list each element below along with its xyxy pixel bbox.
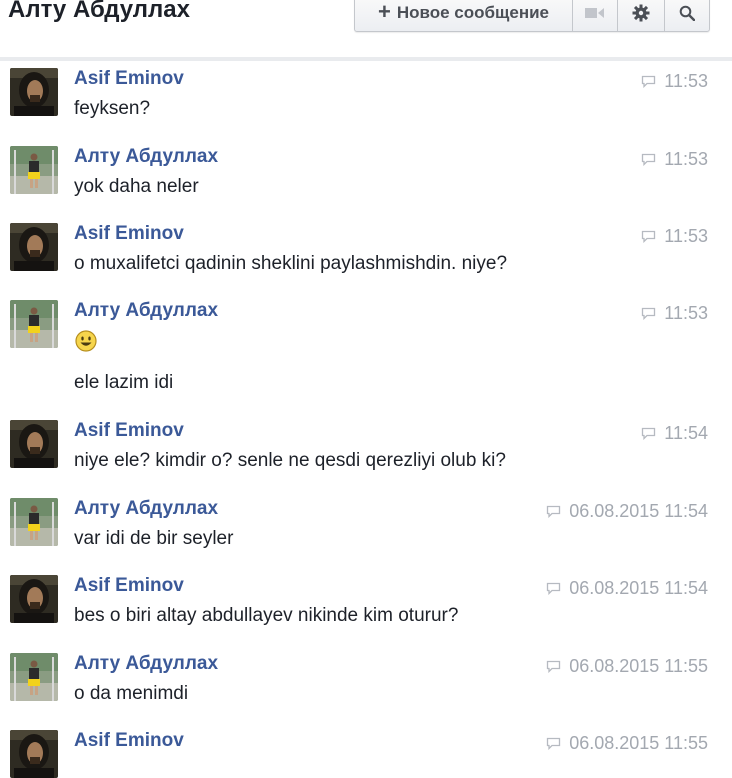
timestamp-text: 06.08.2015 11:55 (569, 733, 708, 753)
chat-bubble-icon (642, 153, 656, 166)
message-text: o muxalifetci qadinin sheklini paylashmi… (74, 253, 508, 274)
timestamp-text: 11:53 (664, 71, 708, 91)
chat-bubble-icon (547, 505, 561, 518)
video-call-button[interactable] (573, 0, 618, 31)
altu-avatar[interactable] (10, 146, 58, 194)
altu-avatar[interactable] (10, 300, 58, 348)
asif-avatar[interactable] (10, 420, 58, 468)
search-button[interactable] (665, 0, 709, 31)
message-timestamp: 06.08.2015 11:54 (546, 578, 708, 599)
chat-bubble-icon (547, 660, 561, 673)
message-text: bes o biri altay abdullayev nikinde kim … (74, 605, 459, 626)
chat-bubble-icon (642, 230, 656, 243)
chat-bubble-icon (547, 737, 561, 750)
conversation-header: Алту Абдуллах + Новое сообщение (0, 0, 732, 60)
timestamp-text: 11:53 (664, 226, 708, 246)
sender-name[interactable]: Asif Eminov (74, 223, 184, 245)
altu-avatar[interactable] (10, 653, 58, 701)
sender-name[interactable]: Asif Eminov (74, 68, 184, 90)
message-text: yok daha neler (74, 176, 199, 197)
smiley-emoji (75, 330, 97, 352)
chat-bubble-icon (547, 582, 561, 595)
timestamp-text: 11:54 (664, 423, 708, 443)
message-text: o da menimdi (74, 683, 189, 704)
new-message-button[interactable]: + Новое сообщение (355, 0, 573, 31)
message-timestamp: 11:53 (641, 303, 708, 324)
message-text: ele lazim idi (74, 372, 174, 393)
message-timestamp: 11:53 (641, 226, 708, 247)
message-timestamp: 11:54 (641, 423, 708, 444)
message-text: feyksen? (74, 98, 151, 119)
sender-name[interactable]: Asif Eminov (74, 420, 184, 442)
asif-avatar[interactable] (10, 223, 58, 271)
chat-bubble-icon (642, 307, 656, 320)
message-timestamp: 11:53 (641, 71, 708, 92)
altu-avatar[interactable] (10, 498, 58, 546)
sender-name[interactable]: Алту Абдуллах (74, 498, 218, 520)
new-message-label: Новое сообщение (396, 3, 549, 22)
asif-avatar[interactable] (10, 730, 58, 778)
asif-avatar[interactable] (10, 68, 58, 116)
message-timestamp: 06.08.2015 11:54 (546, 501, 708, 522)
asif-avatar[interactable] (10, 575, 58, 623)
video-icon (585, 8, 604, 18)
message-timestamp: 11:53 (641, 149, 708, 170)
sender-name[interactable]: Asif Eminov (74, 730, 184, 752)
header-divider (0, 57, 732, 61)
gear-icon (632, 4, 650, 22)
timestamp-text: 11:53 (664, 303, 708, 323)
message-timestamp: 06.08.2015 11:55 (546, 733, 708, 754)
sender-name[interactable]: Asif Eminov (74, 575, 184, 597)
sender-name[interactable]: Алту Абдуллах (74, 300, 218, 322)
sender-name[interactable]: Алту Абдуллах (74, 146, 218, 168)
timestamp-text: 06.08.2015 11:54 (569, 578, 708, 598)
timestamp-text: 06.08.2015 11:55 (569, 656, 708, 676)
search-icon (679, 5, 695, 21)
timestamp-text: 06.08.2015 11:54 (569, 501, 708, 521)
settings-button[interactable] (618, 0, 665, 31)
plus-icon: + (377, 0, 391, 24)
chat-bubble-icon (642, 427, 656, 440)
conversation-title: Алту Абдуллах (8, 0, 190, 23)
chat-bubble-icon (642, 75, 656, 88)
conversation-toolbar: + Новое сообщение (354, 0, 710, 32)
message-timestamp: 06.08.2015 11:55 (546, 656, 708, 677)
message-text: var idi de bir seyler (74, 528, 234, 549)
timestamp-text: 11:53 (664, 149, 708, 169)
message-text: niye ele? kimdir o? senle ne qesdi qerez… (74, 450, 506, 471)
sender-name[interactable]: Алту Абдуллах (74, 653, 218, 675)
